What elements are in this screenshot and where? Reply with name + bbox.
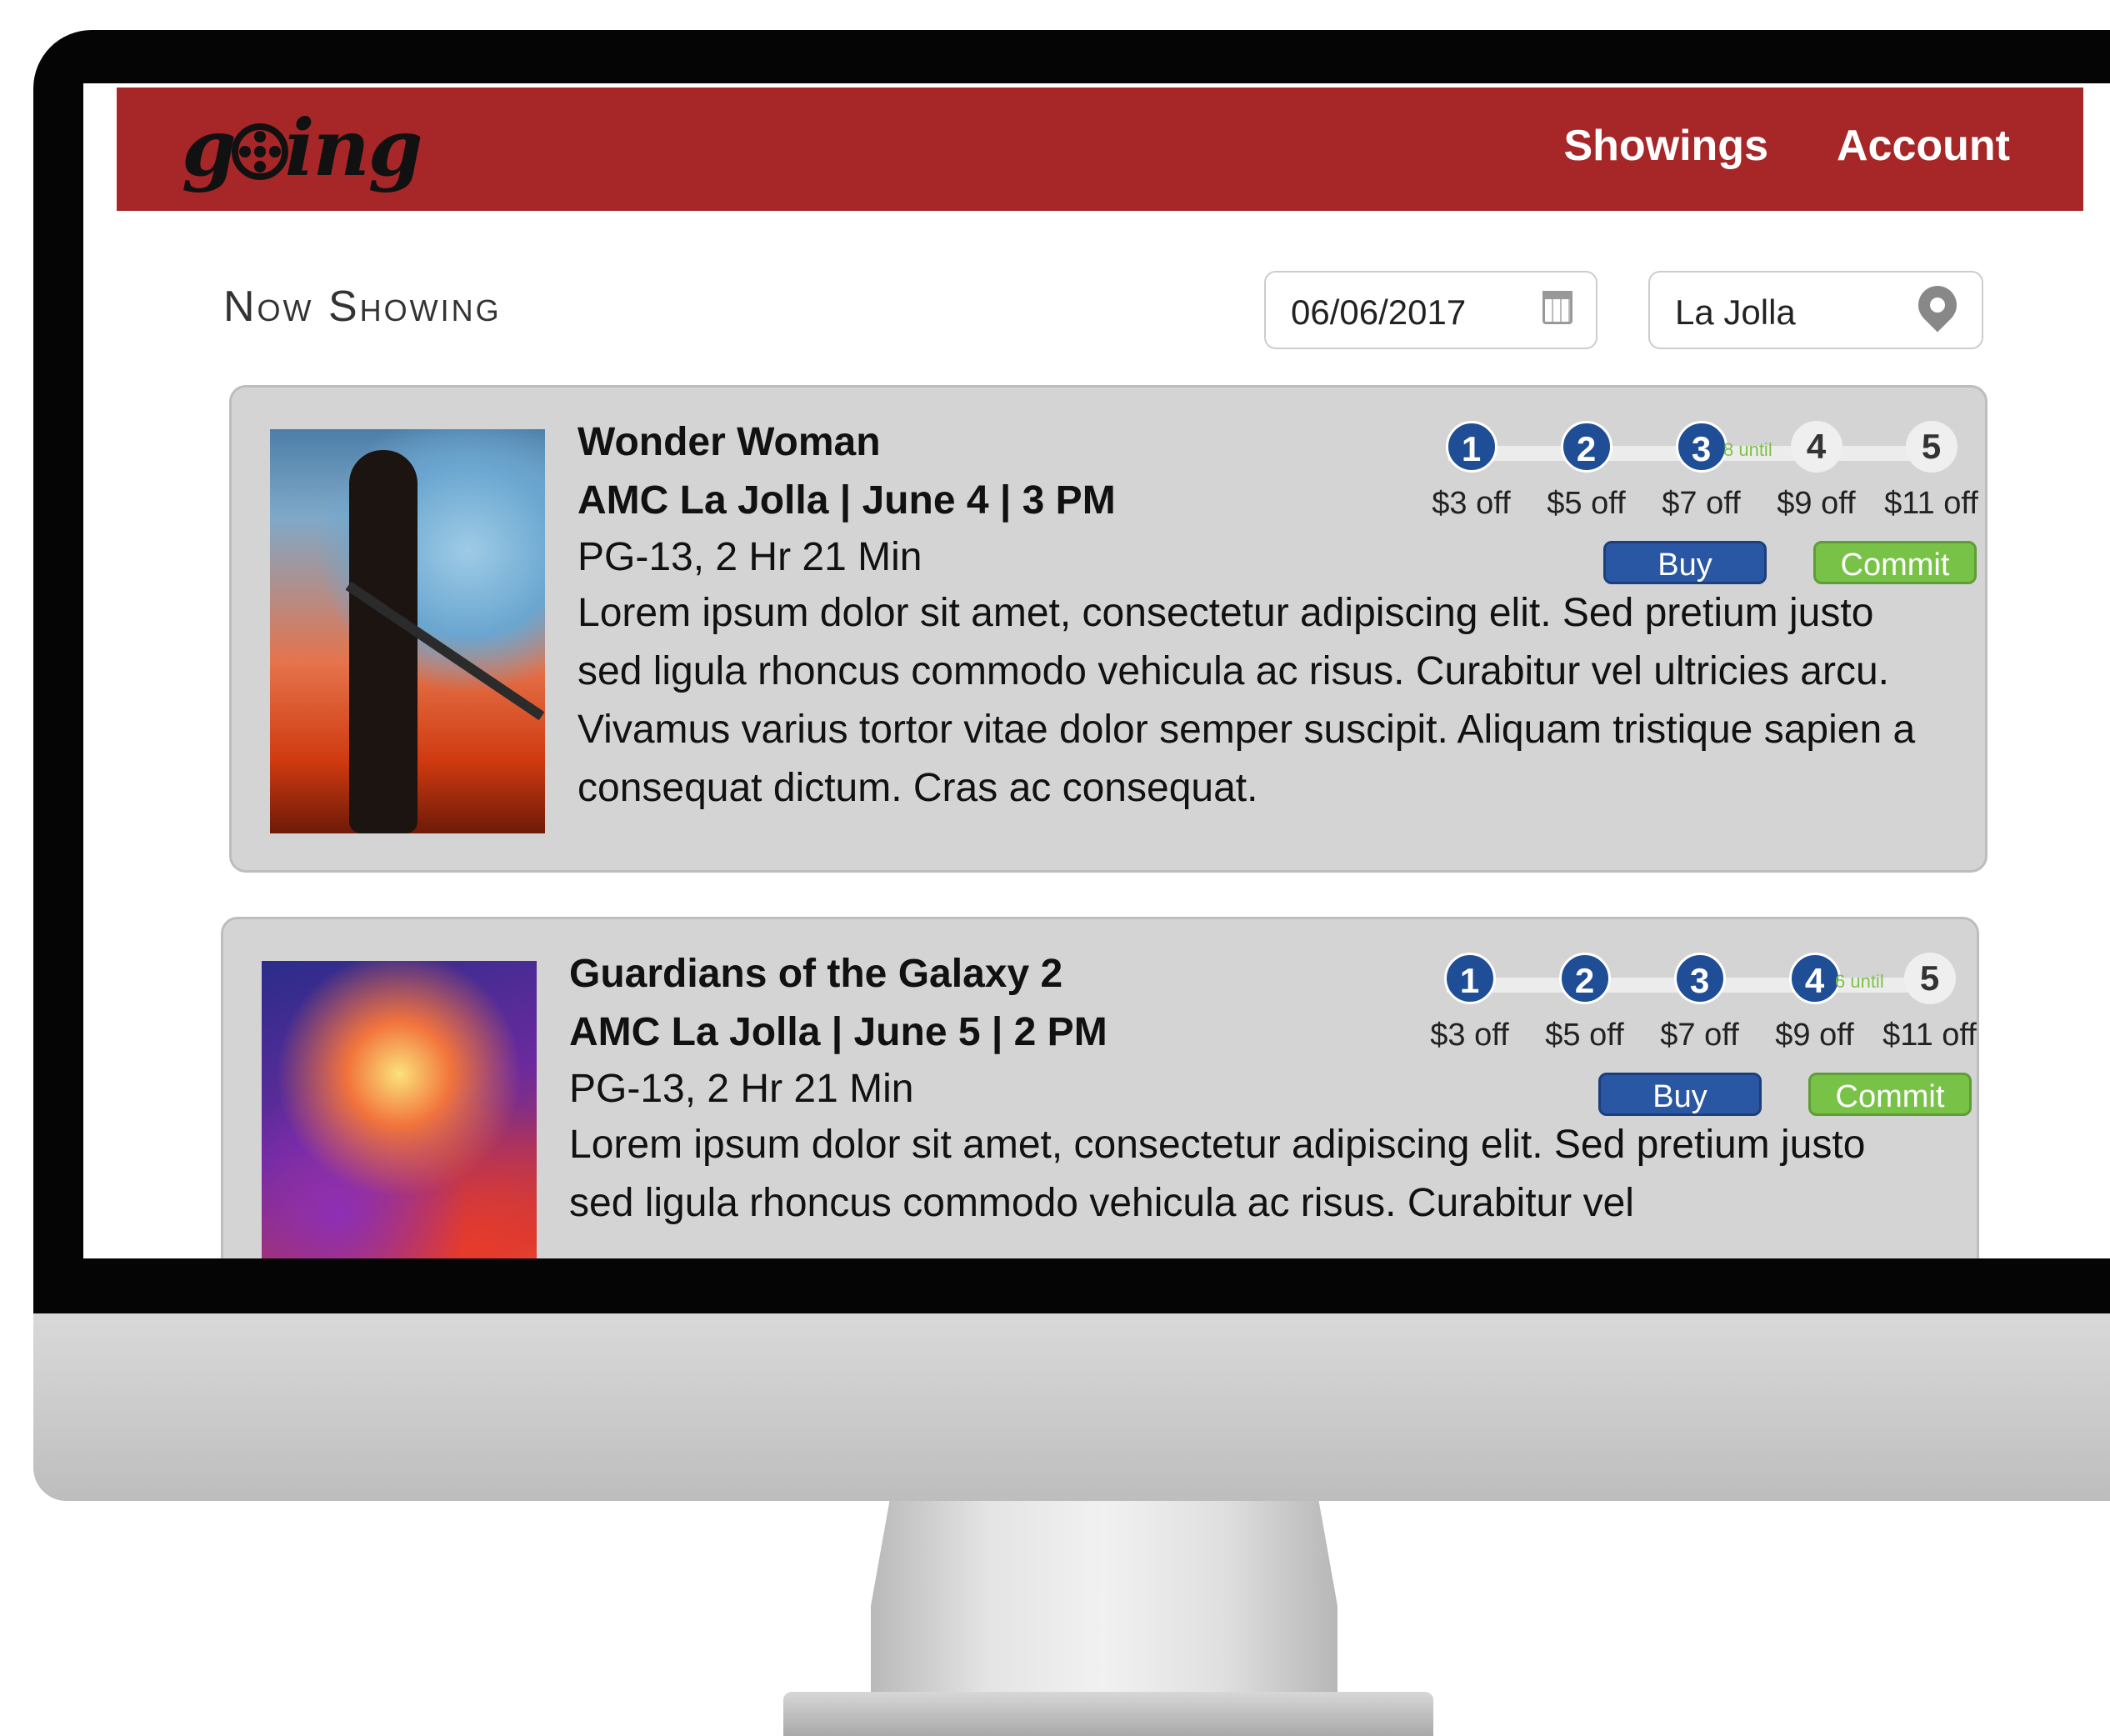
- tier-3: 3 $7 off: [1645, 421, 1758, 522]
- showing-venue-time: AMC La Jolla | June 5 | 2 PM: [569, 1010, 1108, 1054]
- tier-discount: $11 off: [1882, 1018, 1977, 1053]
- showing-card: Wonder Woman AMC La Jolla | June 4 | 3 P…: [229, 385, 1988, 873]
- discount-tiers: 1 $3 off 2 $5 off 3 $7 off 4 $9 off 6 until …: [1413, 953, 1980, 1086]
- tier-discount: $7 off: [1660, 1018, 1739, 1053]
- app-screen: g ing Showings Account Now Showing 06/06/…: [83, 83, 2110, 1258]
- nav-account-link[interactable]: Account: [1837, 121, 2010, 171]
- showing-card: Guardians of the Galaxy 2 AMC La Jolla |…: [221, 917, 1979, 1258]
- tier-number: 3: [1673, 953, 1726, 1004]
- movie-title[interactable]: Wonder Woman: [578, 419, 881, 465]
- tier-4: 4 $9 off: [1758, 953, 1871, 1053]
- commit-button[interactable]: Commit: [1813, 541, 1977, 584]
- tier-1: 1 $3 off: [1415, 421, 1528, 522]
- movie-poster[interactable]: [270, 429, 545, 833]
- tier-4: 4 $9 off: [1760, 421, 1872, 522]
- tier-number: 2: [1558, 953, 1611, 1004]
- tier-discount: $5 off: [1545, 1018, 1624, 1053]
- date-picker-field[interactable]: 06/06/2017: [1264, 271, 1598, 349]
- tier-number: 5: [1903, 953, 1956, 1004]
- tier-discount: $3 off: [1430, 1018, 1509, 1053]
- location-value: La Jolla: [1675, 293, 1796, 332]
- tier-discount: $3 off: [1432, 486, 1511, 521]
- page-title: Now Showing: [223, 283, 502, 331]
- tier-discount: $9 off: [1775, 1018, 1854, 1053]
- tier-5: 5 $11 off: [1873, 953, 1986, 1053]
- showing-venue-time: AMC La Jolla | June 4 | 3 PM: [578, 478, 1116, 523]
- brand-logo[interactable]: g ing: [182, 103, 423, 194]
- map-pin-icon[interactable]: [1910, 278, 1965, 333]
- tier-number: 4: [1788, 953, 1841, 1004]
- logo-text-suffix: ing: [284, 103, 423, 194]
- tier-number: 5: [1905, 421, 1958, 473]
- tier-discount: $7 off: [1662, 486, 1741, 521]
- buy-button[interactable]: Buy: [1603, 541, 1767, 584]
- discount-tiers: 1 $3 off 2 $5 off 3 $7 off 8 until 4 $9 off …: [1415, 421, 1982, 554]
- tier-number: 3: [1675, 421, 1728, 473]
- tier-1: 1 $3 off: [1413, 953, 1526, 1053]
- tier-discount: $5 off: [1547, 486, 1626, 521]
- buy-button[interactable]: Buy: [1598, 1073, 1762, 1116]
- monitor-chin: [33, 1313, 2110, 1501]
- tier-3: 3 $7 off: [1643, 953, 1756, 1053]
- tier-2: 2 $5 off: [1528, 953, 1641, 1053]
- location-field[interactable]: La Jolla: [1648, 271, 1983, 349]
- tier-2: 2 $5 off: [1530, 421, 1642, 522]
- movie-description: Lorem ipsum dolor sit amet, consectetur …: [578, 591, 1916, 810]
- movie-description: Lorem ipsum dolor sit amet, consectetur …: [569, 1123, 1866, 1225]
- date-value: 06/06/2017: [1291, 293, 1467, 332]
- film-reel-icon: [231, 123, 288, 180]
- movie-title[interactable]: Guardians of the Galaxy 2: [569, 951, 1062, 997]
- tier-number: 1: [1443, 953, 1496, 1004]
- tier-number: 1: [1445, 421, 1498, 473]
- top-navbar: g ing Showings Account: [117, 88, 2083, 211]
- movie-rating-runtime: PG-13, 2 Hr 21 Min: [578, 535, 922, 579]
- tier-5: 5 $11 off: [1875, 421, 1988, 522]
- nav-showings-link[interactable]: Showings: [1563, 121, 1768, 171]
- nav-links: Showings Account: [1563, 121, 2010, 171]
- tier-number: 2: [1560, 421, 1612, 473]
- movie-rating-runtime: PG-13, 2 Hr 21 Min: [569, 1067, 914, 1111]
- tier-discount: $9 off: [1777, 486, 1856, 521]
- tier-number: 4: [1790, 421, 1842, 473]
- calendar-icon[interactable]: [1542, 291, 1572, 324]
- monitor-base: [783, 1692, 1433, 1736]
- tier-discount: $11 off: [1884, 486, 1978, 521]
- movie-poster[interactable]: [262, 961, 537, 1258]
- logo-text-prefix: g: [182, 103, 237, 194]
- commit-button[interactable]: Commit: [1808, 1073, 1972, 1116]
